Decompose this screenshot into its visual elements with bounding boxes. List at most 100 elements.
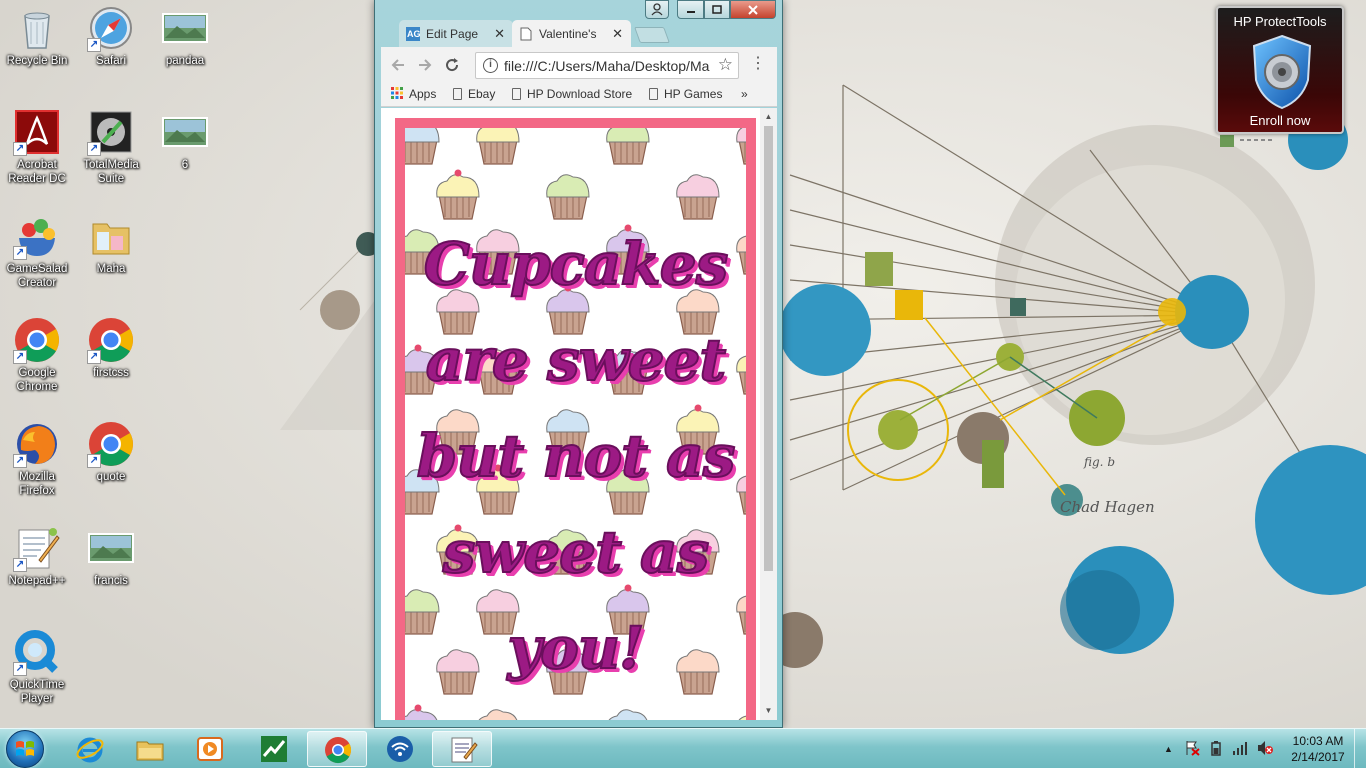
desktop-icon[interactable]: ↗ Acrobat Reader DC	[0, 108, 74, 186]
wifi-icon	[387, 736, 413, 762]
cupcake-icon	[476, 128, 520, 165]
start-button[interactable]	[6, 730, 44, 768]
battery-icon[interactable]	[1210, 740, 1222, 756]
desktop-icon-label: Mozilla Firefox	[19, 471, 55, 497]
image-file-icon	[161, 108, 209, 156]
shortcut-arrow-icon: ↗	[13, 662, 27, 676]
desktop-icon-label: QuickTime Player	[9, 679, 65, 705]
bookmark-hp-download-store[interactable]: HP Download Store	[512, 87, 632, 101]
hp-enroll-link[interactable]: Enroll now	[1218, 113, 1342, 128]
action-center-flag-icon[interactable]	[1184, 740, 1200, 756]
apps-grid-icon	[391, 87, 403, 99]
close-icon	[748, 5, 758, 15]
taskbar-media-player[interactable]	[180, 731, 240, 767]
desktop-icon-label: 6	[181, 159, 189, 171]
tab-close-icon[interactable]: ✕	[494, 20, 505, 48]
bookmark-hp-games[interactable]: HP Games	[649, 87, 722, 101]
volume-muted-icon[interactable]	[1256, 740, 1274, 756]
scroll-up-icon[interactable]: ▲	[763, 112, 774, 122]
stock-chart-icon	[261, 736, 287, 762]
chrome-icon: ↗	[13, 316, 61, 364]
hp-protecttools-widget[interactable]: HP ProtectTools Enroll now	[1216, 6, 1344, 134]
taskbar-notepad[interactable]	[432, 731, 492, 767]
cupcake-icon	[738, 715, 746, 720]
taskbar-wifi-app[interactable]	[370, 731, 430, 767]
desktop-icon[interactable]: 6	[148, 108, 222, 172]
tab-edit-page[interactable]: AG Edit Page ✕	[399, 20, 513, 48]
desktop-icon[interactable]: Recycle Bin	[0, 4, 74, 68]
page-scrollbar[interactable]: ▲ ▼	[760, 108, 777, 720]
desktop-icon[interactable]: ↗ Google Chrome	[0, 316, 74, 394]
shortcut-arrow-icon: ↗	[13, 454, 27, 468]
cupcake-icon	[546, 174, 590, 220]
bookmark-ebay-label: Ebay	[468, 87, 496, 101]
internet-explorer-icon	[76, 737, 104, 763]
desktop-icon[interactable]: ↗ Notepad++	[0, 524, 74, 588]
clock-time[interactable]: 10:03 AM	[1285, 734, 1351, 748]
back-button[interactable]	[387, 54, 409, 76]
star-icon[interactable]: ☆	[718, 55, 733, 75]
hp-widget-title: HP ProtectTools	[1233, 14, 1327, 29]
chrome-icon: ↗	[87, 420, 135, 468]
cupcake-icon	[405, 128, 440, 165]
shortcut-arrow-icon: ↗	[87, 38, 101, 52]
safari-icon: ↗	[87, 4, 135, 52]
desktop-icon[interactable]: francis	[74, 524, 148, 588]
chrome-icon: ↗	[87, 316, 135, 364]
taskbar-internet-explorer[interactable]	[60, 731, 120, 767]
desktop-icon[interactable]: ↗ TotalMedia Suite	[74, 108, 148, 186]
reload-icon	[446, 58, 459, 72]
chrome-icon	[325, 737, 352, 764]
info-icon[interactable]: i	[483, 58, 498, 73]
chrome-menu-button[interactable]: ⋮	[749, 54, 767, 76]
shortcut-arrow-icon: ↗	[13, 558, 27, 572]
desktop-icon-label: TotalMedia Suite	[83, 159, 139, 185]
scroll-down-icon[interactable]: ▼	[763, 706, 774, 716]
tab-close-icon[interactable]: ✕	[612, 20, 623, 48]
desktop-icon[interactable]: Maha	[74, 212, 148, 276]
page-icon	[512, 88, 521, 100]
cupcake-icon	[436, 169, 480, 220]
windows-logo-icon	[16, 741, 34, 756]
cupcake-icon	[676, 174, 720, 220]
signal-strength-icon[interactable]	[1232, 740, 1248, 756]
show-desktop-button[interactable]	[1354, 729, 1366, 768]
tab-valentines[interactable]: Valentine's ✕	[512, 20, 631, 48]
taskbar-chrome[interactable]	[307, 731, 367, 767]
cupcake-icon	[736, 128, 746, 165]
arrow-left-icon	[391, 59, 404, 71]
clock-date[interactable]: 2/14/2017	[1285, 750, 1351, 764]
desktop-icon[interactable]: ↗ GameSalad Creator	[0, 212, 74, 290]
address-url[interactable]: file:///C:/Users/Maha/Desktop/Ma	[504, 58, 710, 74]
quote-line: sweet as	[442, 517, 711, 587]
minimize-button[interactable]	[677, 0, 704, 19]
notepad-plus-icon: ↗	[13, 524, 61, 572]
system-tray: ▲ 10:03 AM 2/14/2017	[1160, 729, 1366, 768]
new-tab-button[interactable]	[634, 27, 670, 43]
desktop-icon[interactable]: ↗ Safari	[74, 4, 148, 68]
taskbar-stock-app[interactable]	[244, 731, 304, 767]
desktop-icon-label: Acrobat Reader DC	[8, 159, 66, 185]
close-window-button[interactable]	[730, 0, 776, 19]
page-icon	[520, 27, 532, 41]
page-icon	[649, 88, 658, 100]
show-hidden-icons-icon[interactable]: ▲	[1164, 744, 1173, 754]
scroll-thumb[interactable]	[764, 126, 773, 571]
desktop-icon[interactable]: ↗ Mozilla Firefox	[0, 420, 74, 498]
shortcut-arrow-icon: ↗	[87, 454, 101, 468]
media-player-icon	[197, 737, 223, 761]
reload-button[interactable]	[441, 54, 463, 76]
desktop-icon[interactable]: pandaa	[148, 4, 222, 68]
taskbar-file-explorer[interactable]	[120, 731, 180, 767]
desktop-icon[interactable]: ↗ quote	[74, 420, 148, 484]
maximize-button[interactable]	[704, 0, 730, 19]
bookmark-ebay[interactable]: Ebay	[453, 87, 495, 101]
desktop-icon[interactable]: ↗ QuickTime Player	[0, 628, 74, 706]
bookmarks-overflow-button[interactable]: »	[741, 87, 748, 101]
valentine-quote: Cupcakes are sweet but not as sweet as you!	[405, 216, 746, 696]
bookmark-apps[interactable]: Apps	[391, 87, 436, 101]
address-bar[interactable]: i file:///C:/Users/Maha/Desktop/Ma ☆	[475, 52, 739, 79]
profile-button[interactable]	[645, 0, 669, 19]
forward-button[interactable]	[414, 54, 436, 76]
desktop-icon[interactable]: ↗ firstcss	[74, 316, 148, 380]
